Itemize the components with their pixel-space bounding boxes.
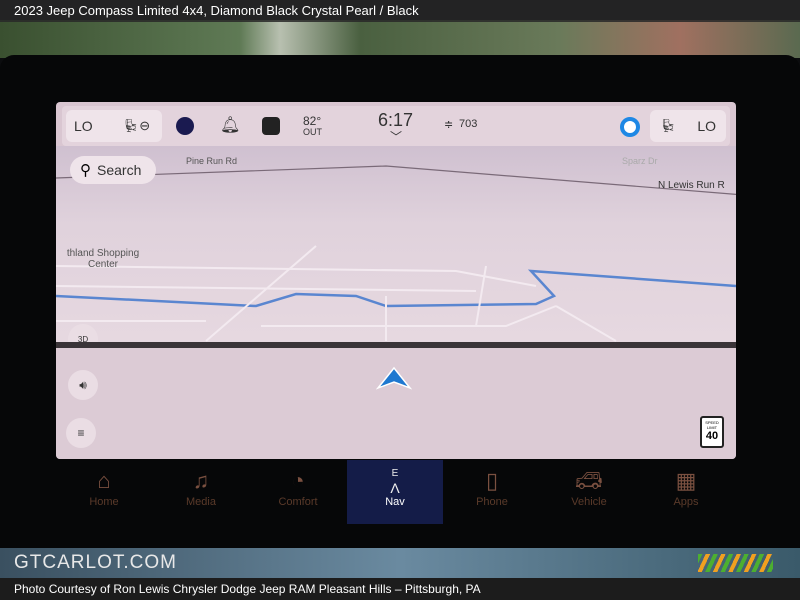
outside-label: OUT [303, 127, 322, 137]
nav-item-home[interactable]: ⌂ Home [56, 460, 152, 524]
volume-button[interactable]: 🔊︎ [68, 370, 98, 400]
compass-heading: E [391, 468, 399, 479]
speed-limit-label: SPEED LIMIT [705, 420, 719, 430]
nav-item-comfort[interactable]: ◔ Comfort [250, 460, 346, 524]
chevron-down-icon[interactable]: ﹀ [390, 128, 402, 145]
nav-item-apps[interactable]: ▦ Apps [638, 460, 734, 524]
nav-item-phone[interactable]: ▯ Phone [444, 460, 540, 524]
speed-limit-value: 40 [705, 430, 719, 442]
bottom-nav-bar: ⌂ Home ♫ Media ◔ Comfort E Ʌ Nav ▯ Phone 🚙︎ Veh… [56, 460, 746, 526]
watermark-logo: GTCARLOT.COM [14, 552, 177, 573]
car-icon: 🚙︎ [575, 468, 603, 493]
drive-mode-icon[interactable] [262, 117, 280, 135]
nav-label: Media [186, 496, 216, 508]
voice-assistant-icon[interactable] [176, 117, 194, 135]
hamburger-icon: ≡ [77, 426, 85, 440]
heated-seat-icon: 💺︎⊖ [122, 118, 151, 133]
map-view[interactable]: ⚲ Search Pine Run Rd N Lewis Run R Sparz… [56, 146, 736, 354]
outside-temperature: 82° [303, 114, 322, 128]
speaker-icon: 🔊︎ [79, 377, 87, 392]
seat-icon: ◔ [291, 468, 305, 493]
watermark-stripes [698, 554, 773, 572]
nav-label: Home [89, 496, 119, 508]
infotainment-screen: ⚲ Search Pine Run Rd N Lewis Run R Sparz… [56, 102, 736, 459]
poi-label: thland Shopping Center [66, 248, 140, 270]
nav-item-media[interactable]: ♫ Media [153, 460, 249, 524]
driver-temp: LO [74, 118, 93, 134]
compass-altitude-icon: ≑ [444, 119, 454, 131]
nav-label: Vehicle [571, 496, 607, 508]
speed-limit-sign: SPEED LIMIT 40 [700, 416, 724, 448]
nav-label: Comfort [278, 496, 318, 508]
background-scenery [0, 20, 800, 58]
heated-seat-icon: 💺︎ [660, 118, 677, 133]
grid-icon: ▦ [675, 468, 697, 493]
status-bar: LO 💺︎⊖ 🔔︎ 82° OUT 6:17 ﹀ ≑ 703 💺︎ LO [62, 106, 730, 146]
nav-label: Apps [673, 496, 699, 508]
vehicle-position-arrow-icon [376, 366, 412, 390]
nav-label: Phone [476, 496, 508, 508]
phone-icon: ▯ [485, 468, 499, 493]
photo-caption: Photo Courtesy of Ron Lewis Chrysler Dod… [0, 578, 800, 600]
passenger-temp: LO [697, 118, 716, 134]
nav-label: Nav [385, 496, 405, 508]
search-icon: ⚲ [80, 162, 91, 179]
music-note-icon: ♫ [192, 468, 210, 493]
altitude-value: 703 [459, 118, 478, 130]
home-icon: ⌂ [97, 468, 111, 493]
driver-climate-control[interactable]: LO 💺︎⊖ [66, 110, 162, 142]
photo-title: 2023 Jeep Compass Limited 4x4, Diamond B… [0, 0, 800, 22]
road-label: Sparz Dr [622, 156, 658, 166]
notification-bell-icon[interactable]: 🔔︎ [220, 115, 240, 135]
alexa-icon[interactable] [620, 117, 640, 137]
passenger-climate-control[interactable]: 💺︎ LO [650, 110, 726, 142]
nav-item-nav[interactable]: E Ʌ Nav [347, 460, 443, 524]
map-roads [56, 165, 736, 342]
road-label: Pine Run Rd [186, 156, 238, 166]
search-button[interactable]: ⚲ Search [70, 156, 156, 184]
nav-item-vehicle[interactable]: 🚙︎ Vehicle [541, 460, 637, 524]
road-label: N Lewis Run R [658, 180, 725, 191]
compass-arrow-icon: EɅ [390, 468, 400, 496]
search-label: Search [97, 162, 142, 178]
menu-button[interactable]: ≡ [66, 418, 96, 448]
map-foreground[interactable]: 🔊︎ ≡ SPEED LIMIT 40 [56, 348, 736, 459]
